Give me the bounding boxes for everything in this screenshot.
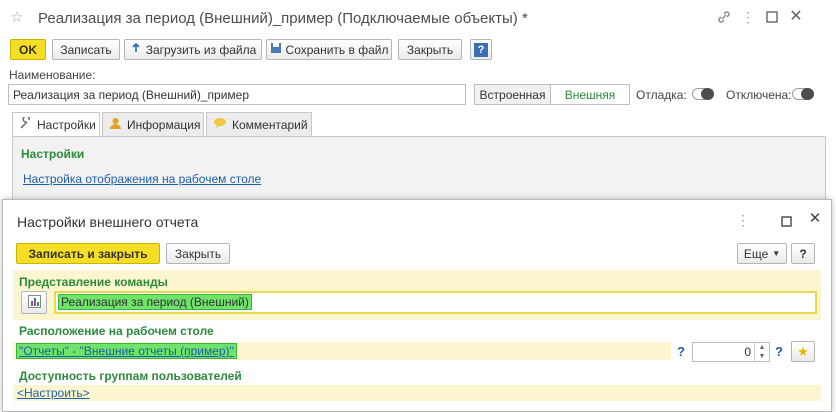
- tab-information[interactable]: Информация: [102, 112, 204, 136]
- save-and-close-button[interactable]: Записать и закрыть: [16, 243, 160, 264]
- command-heading: Представление команды: [19, 275, 168, 289]
- command-presentation-field[interactable]: Реализация за период (Внешний): [54, 291, 817, 314]
- settings-heading: Настройки: [21, 147, 85, 161]
- disabled-label: Отключена:: [726, 88, 792, 102]
- more-button[interactable]: Еще ▼: [737, 243, 787, 264]
- stepper-down-icon[interactable]: ▼: [755, 352, 769, 361]
- tab-settings-label: Настройки: [37, 118, 96, 132]
- tab-information-label: Информация: [127, 117, 201, 132]
- maximize-icon[interactable]: [778, 214, 794, 230]
- floppy-disk-icon: [270, 42, 282, 57]
- maximize-icon[interactable]: [764, 10, 780, 26]
- dialog-title: Настройки внешнего отчета: [17, 214, 199, 230]
- link-icon[interactable]: [716, 10, 732, 27]
- disabled-toggle[interactable]: [792, 88, 814, 100]
- save-to-file-label: Сохранить в файл: [285, 42, 389, 57]
- upload-icon: [130, 42, 142, 57]
- dropdown-arrow-icon: ▼: [772, 249, 781, 258]
- access-heading: Доступность группам пользователей: [19, 369, 242, 383]
- desktop-location-link[interactable]: "Отчеты" - "Внешние отчеты (пример)": [16, 343, 237, 359]
- comment-icon: [213, 117, 227, 132]
- debug-label: Отладка:: [636, 88, 687, 102]
- close-icon[interactable]: ✕: [788, 9, 804, 25]
- save-to-file-button[interactable]: Сохранить в файл: [266, 39, 392, 60]
- name-field[interactable]: Реализация за период (Внешний)_пример: [8, 84, 466, 105]
- info-person-icon: [109, 117, 122, 133]
- dialog-close-button[interactable]: Закрыть: [166, 243, 230, 264]
- ok-button[interactable]: OK: [10, 39, 46, 60]
- location-help-icon[interactable]: ?: [677, 344, 685, 359]
- configure-access-link[interactable]: <Настроить>: [17, 386, 90, 400]
- wrench-icon: [19, 115, 32, 133]
- back-arrow-icon[interactable]: ☆: [10, 10, 24, 26]
- load-from-file-label: Загрузить из файла: [145, 42, 257, 57]
- order-stepper[interactable]: ▲ ▼: [754, 343, 769, 361]
- tab-settings[interactable]: Настройки: [12, 112, 100, 137]
- close-button[interactable]: Закрыть: [398, 39, 462, 60]
- save-button[interactable]: Записать: [52, 39, 120, 60]
- access-section-bg: [13, 385, 821, 401]
- command-picture-button[interactable]: [21, 291, 47, 314]
- tab-comment-label: Комментарий: [232, 117, 308, 132]
- name-label: Наименование:: [9, 68, 96, 82]
- debug-toggle[interactable]: [692, 88, 714, 100]
- type-switch[interactable]: Встроенная Внешняя: [474, 84, 630, 105]
- star-icon: ★: [797, 343, 809, 359]
- external-report-settings-dialog: Настройки внешнего отчета ⋮ ✕ Записать и…: [2, 199, 832, 412]
- favorite-button[interactable]: ★: [791, 341, 815, 362]
- location-heading: Расположение на рабочем столе: [19, 324, 214, 338]
- more-vertical-icon[interactable]: ⋮: [740, 9, 756, 25]
- help-button[interactable]: ?: [470, 39, 492, 60]
- close-icon[interactable]: ✕: [807, 211, 823, 227]
- order-number-value: 0: [744, 345, 751, 359]
- help-icon: ?: [474, 42, 488, 57]
- command-presentation-value: Реализация за период (Внешний): [58, 294, 252, 310]
- stepper-up-icon[interactable]: ▲: [755, 343, 769, 352]
- more-vertical-icon[interactable]: ⋮: [735, 212, 751, 228]
- order-help-icon[interactable]: ?: [775, 344, 783, 359]
- type-option-builtin[interactable]: Встроенная: [475, 85, 551, 104]
- report-chart-icon: [27, 294, 41, 311]
- settings-panel: Настройки Настройка отображения на рабоч…: [12, 136, 826, 200]
- more-label: Еще: [743, 246, 769, 261]
- load-from-file-button[interactable]: Загрузить из файла: [124, 39, 262, 60]
- dialog-help-button[interactable]: ?: [791, 243, 815, 264]
- type-option-external[interactable]: Внешняя: [551, 85, 629, 104]
- desktop-display-settings-link[interactable]: Настройка отображения на рабочем столе: [23, 172, 261, 186]
- tab-comment[interactable]: Комментарий: [206, 112, 312, 136]
- window-title: Реализация за период (Внешний)_пример (П…: [38, 10, 528, 27]
